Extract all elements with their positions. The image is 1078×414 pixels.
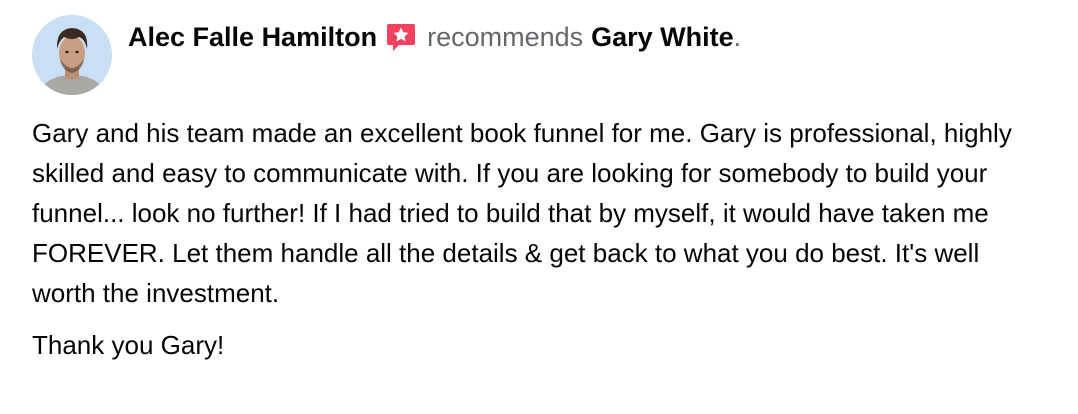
post-body: Gary and his team made an excellent book… [32,113,1042,365]
recommendation-icon [385,21,417,53]
recommended-page-name[interactable]: Gary White [591,21,734,53]
recommendation-headline: Alec Falle Hamilton recommends Gary Whit… [128,21,741,53]
recommendation-card: Alec Falle Hamilton recommends Gary Whit… [0,0,1078,414]
post-signoff: Thank you Gary! [32,330,225,360]
post-paragraph: Gary and his team made an excellent book… [32,118,1012,308]
avatar[interactable] [32,15,112,95]
headline-period: . [733,22,742,52]
recommends-label: recommends [427,22,584,52]
author-name[interactable]: Alec Falle Hamilton [128,21,377,53]
post-header: Alec Falle Hamilton recommends Gary Whit… [32,15,741,95]
